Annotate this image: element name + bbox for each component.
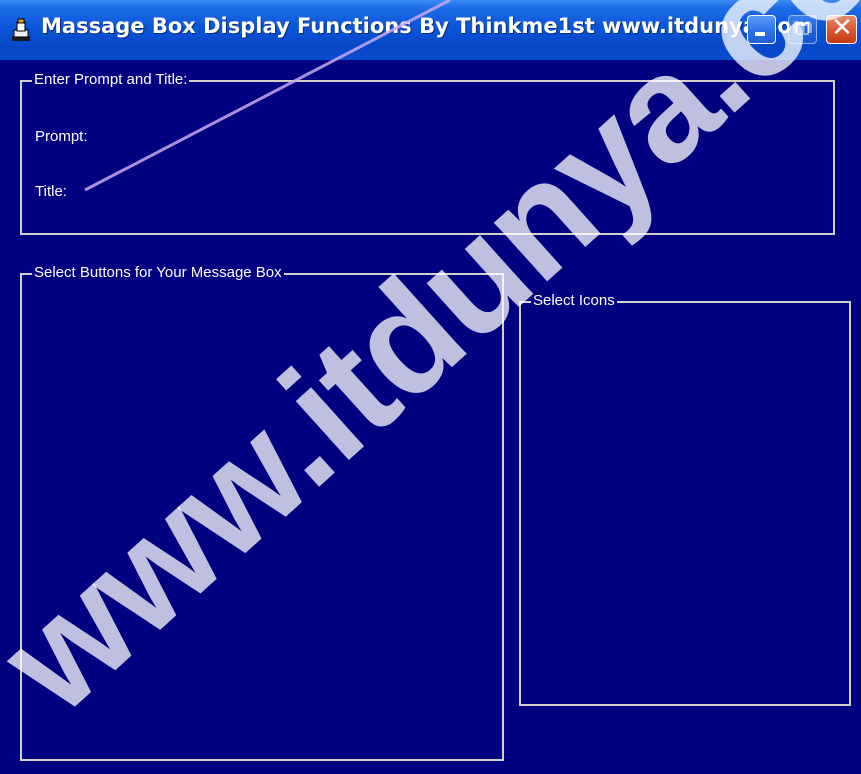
maximize-icon: [796, 22, 809, 35]
close-icon: ✕: [831, 13, 853, 43]
maximize-button[interactable]: [788, 15, 817, 44]
title-bar[interactable]: Massage Box Display Functions By Thinkme…: [0, 0, 861, 60]
icons-group-label: Select Icons: [531, 292, 617, 310]
title-label: Title:: [35, 183, 67, 200]
icons-group: Select Icons: [519, 292, 851, 706]
app-icon[interactable]: [9, 18, 33, 42]
minimize-button[interactable]: [747, 15, 776, 44]
minimize-icon: [755, 32, 765, 36]
close-button[interactable]: ✕: [826, 13, 857, 44]
buttons-group-label: Select Buttons for Your Message Box: [32, 264, 284, 282]
buttons-group: Select Buttons for Your Message Box: [20, 264, 504, 761]
window-title: Massage Box Display Functions By Thinkme…: [41, 14, 814, 38]
prompt-title-group: Enter Prompt and Title:: [20, 71, 835, 235]
prompt-label: Prompt:: [35, 128, 88, 145]
prompt-title-group-label: Enter Prompt and Title:: [32, 71, 190, 89]
